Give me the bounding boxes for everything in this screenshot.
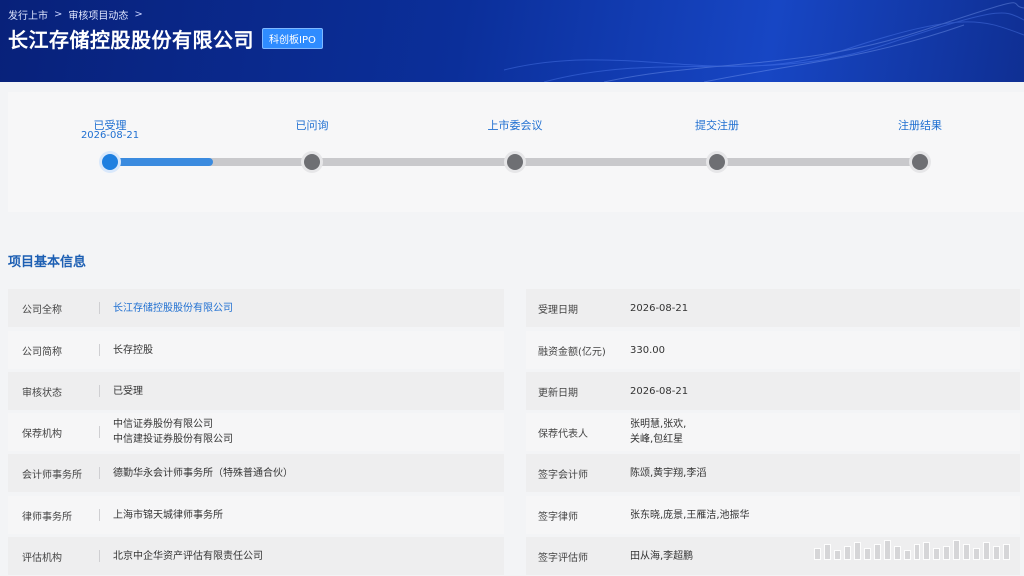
page-title: 长江存储控股股份有限公司 — [8, 28, 254, 52]
info-key: 律师事务所 — [8, 508, 100, 523]
step-label: 注册结果 — [898, 119, 942, 132]
info-row-signing-lawyers: 签字律师 张东晓,庞景,王雁洁,池振华 — [526, 496, 1020, 534]
info-row-sponsor: 保荐机构 中信证券股份有限公司 中信建投证券股份有限公司 — [8, 413, 504, 451]
review-progress-card: 已受理 2026-08-21 已问询 上市委会议 提交注册 注册结果 — [8, 92, 1024, 212]
board-tag-badge: 科创板IPO — [262, 28, 323, 49]
info-key: 签字会计师 — [538, 469, 588, 481]
step-date: 2026-08-21 — [80, 130, 140, 141]
sponsor-line-2: 中信建投证券股份有限公司 — [113, 434, 233, 445]
info-value: 上海市锦天城律师事务所 — [113, 509, 223, 521]
info-key: 评估机构 — [8, 549, 100, 564]
info-value: 田从海,李超鹏 — [630, 550, 694, 562]
info-key: 更新日期 — [538, 387, 578, 399]
breadcrumb-item-review-dynamics[interactable]: 审核项目动态 — [68, 7, 128, 22]
info-value: 陈颂,黄宇翔,李滔 — [630, 467, 707, 479]
info-row-accept-date: 受理日期 2026-08-21 — [526, 289, 1020, 327]
info-key: 受理日期 — [538, 304, 578, 316]
info-value: 北京中企华资产评估有限责任公司 — [113, 550, 263, 562]
info-value: 2026-08-21 — [630, 385, 689, 397]
banner-decoration — [504, 2, 1024, 82]
section-title-basic-info: 项目基本信息 — [8, 255, 87, 270]
info-value: 中信证券股份有限公司 中信建投证券股份有限公司 — [100, 417, 233, 447]
sponsor-reps-line-2: 关峰,包红星 — [630, 434, 684, 445]
info-key: 融资金额(亿元) — [538, 346, 606, 358]
step-dot-accepted — [99, 151, 121, 173]
step-label: 上市委会议 — [487, 119, 543, 132]
title-row: 长江存储控股股份有限公司 科创板IPO — [8, 24, 323, 53]
info-key: 保荐机构 — [8, 425, 100, 440]
info-value: 已受理 — [113, 385, 143, 397]
step-dot-committee — [504, 151, 526, 173]
info-value: 2026-08-21 — [630, 302, 689, 314]
info-row-short-name: 公司简称 长存控股 — [8, 331, 504, 369]
info-key: 保荐代表人 — [538, 428, 588, 440]
info-value: 德勤华永会计师事务所（特殊普通合伙） — [113, 467, 293, 479]
step-label: 已问询 — [295, 119, 329, 132]
info-key: 公司简称 — [8, 343, 100, 358]
info-row-law-firm: 律师事务所 上海市锦天城律师事务所 — [8, 496, 504, 534]
watermark-logo — [814, 538, 1011, 560]
chevron-right-icon: > — [134, 9, 143, 20]
info-row-sponsor-reps: 保荐代表人 张明慧,张欢, 关峰,包红星 — [526, 413, 1020, 451]
info-row-signing-accountants: 签字会计师 陈颂,黄宇翔,李滔 — [526, 454, 1020, 492]
header-banner: 发行上市 > 审核项目动态 > 长江存储控股股份有限公司 科创板IPO — [0, 0, 1024, 82]
info-row-update-date: 更新日期 2026-08-21 — [526, 372, 1020, 410]
info-key: 公司全称 — [8, 301, 100, 316]
step-dot-inquired — [301, 151, 323, 173]
info-row-company-name: 公司全称 长江存储控股股份有限公司 — [8, 289, 504, 327]
info-key: 审核状态 — [8, 384, 100, 399]
sponsor-line-1: 中信证券股份有限公司 — [113, 419, 213, 430]
sponsor-reps-line-1: 张明慧,张欢, — [630, 419, 687, 430]
info-key: 会计师事务所 — [8, 466, 100, 481]
company-name-link[interactable]: 长江存储控股股份有限公司 — [100, 301, 233, 316]
step-label: 提交注册 — [695, 119, 739, 132]
breadcrumb: 发行上市 > 审核项目动态 > — [8, 7, 143, 22]
info-row-accounting-firm: 会计师事务所 德勤华永会计师事务所（特殊普通合伙） — [8, 454, 504, 492]
info-value: 长存控股 — [113, 344, 153, 356]
info-value: 张东晓,庞景,王雁洁,池振华 — [630, 509, 750, 521]
chevron-right-icon: > — [54, 9, 63, 20]
step-dot-registration — [706, 151, 728, 173]
info-row-financing-amount: 融资金额(亿元) 330.00 — [526, 331, 1020, 369]
info-value: 330.00 — [630, 344, 665, 356]
breadcrumb-item-listing[interactable]: 发行上市 — [8, 7, 48, 22]
info-key: 签字律师 — [538, 511, 578, 523]
info-row-review-status: 审核状态 已受理 — [8, 372, 504, 410]
info-row-valuation-firm: 评估机构 北京中企华资产评估有限责任公司 — [8, 537, 504, 575]
info-key: 签字评估师 — [538, 552, 588, 564]
info-value: 张明慧,张欢, 关峰,包红星 — [630, 417, 686, 447]
step-dot-result — [909, 151, 931, 173]
